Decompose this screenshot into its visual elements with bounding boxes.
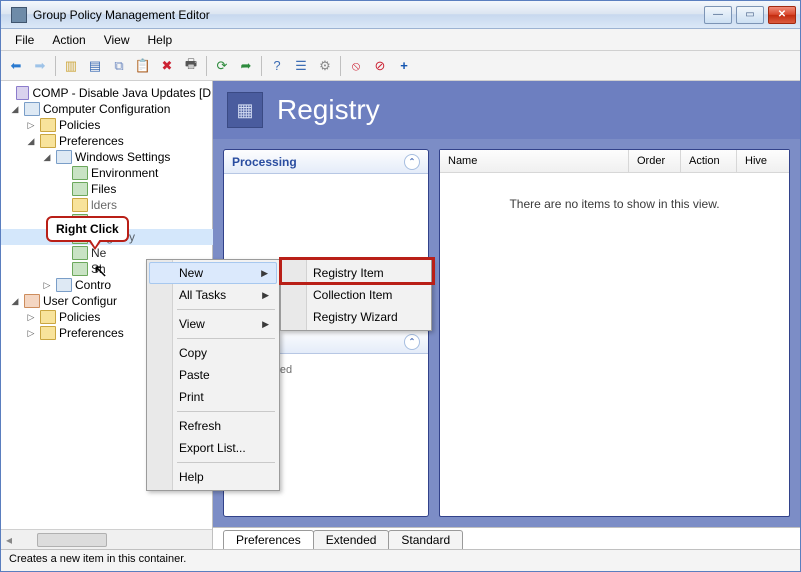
export-button[interactable]: ➦	[235, 55, 257, 77]
tree-environment[interactable]: Environment	[1, 165, 213, 181]
minimize-button[interactable]: —	[704, 6, 732, 24]
items-table: Name Order Action Hive There are no item…	[439, 149, 790, 517]
tree-folders[interactable]: lders	[1, 197, 213, 213]
disable-button[interactable]: ⊘	[369, 55, 391, 77]
ctx-export[interactable]: Export List...	[149, 437, 277, 459]
back-button[interactable]: ⬅	[5, 55, 27, 77]
callout-right-click: Right Click	[46, 216, 129, 242]
copy-button[interactable]: ⧉	[108, 55, 130, 77]
context-menu[interactable]: New▶ All Tasks▶ View▶ Copy Paste Print R…	[146, 259, 280, 491]
registry-icon: ▦	[227, 92, 263, 128]
main-title: Registry	[277, 94, 380, 126]
menu-file[interactable]: File	[7, 31, 42, 49]
tree-root[interactable]: COMP - Disable Java Updates [D	[1, 85, 213, 101]
ctx-collection-item[interactable]: Collection Item	[283, 284, 429, 306]
processing-title: Processing	[232, 155, 297, 169]
ctx-registry-wizard[interactable]: Registry Wizard	[283, 306, 429, 328]
ctx-help[interactable]: Help	[149, 466, 277, 488]
maximize-button[interactable]: ▭	[736, 6, 764, 24]
ctx-all-tasks[interactable]: All Tasks▶	[149, 284, 277, 306]
close-button[interactable]: ✕	[768, 6, 796, 24]
props-button[interactable]: ☰	[290, 55, 312, 77]
tree-computer-config[interactable]: ◢Computer Configuration	[1, 101, 213, 117]
collapse-icon[interactable]: ⌃	[404, 334, 420, 350]
print-button[interactable]: 🖶	[180, 55, 202, 77]
ctx-print[interactable]: Print	[149, 386, 277, 408]
col-order[interactable]: Order	[629, 150, 681, 172]
delete-button[interactable]: ✖	[156, 55, 178, 77]
filter-button[interactable]: ⚙	[314, 55, 336, 77]
status-bar: Creates a new item in this container.	[1, 549, 800, 571]
app-icon	[11, 7, 27, 23]
menu-help[interactable]: Help	[140, 31, 181, 49]
tree-scrollbar[interactable]: ◂	[1, 529, 212, 549]
tree-files[interactable]: Files	[1, 181, 213, 197]
tab-standard[interactable]: Standard	[388, 530, 463, 549]
ctx-new[interactable]: New▶	[149, 262, 277, 284]
forward-button[interactable]: ➡	[29, 55, 51, 77]
col-name[interactable]: Name	[440, 150, 629, 172]
menubar: File Action View Help	[1, 29, 800, 51]
tab-strip: Preferences Extended Standard	[213, 527, 800, 549]
collapse-icon[interactable]: ⌃	[404, 154, 420, 170]
menu-action[interactable]: Action	[44, 31, 93, 49]
app-window: Group Policy Management Editor — ▭ ✕ Fil…	[0, 0, 801, 572]
tree-windows-settings[interactable]: ◢Windows Settings	[1, 149, 213, 165]
context-submenu-new[interactable]: Registry Item Collection Item Registry W…	[280, 259, 432, 331]
menu-view[interactable]: View	[96, 31, 138, 49]
window-title: Group Policy Management Editor	[33, 8, 704, 22]
tab-extended[interactable]: Extended	[313, 530, 390, 549]
table-empty: There are no items to show in this view.	[440, 173, 789, 516]
col-action[interactable]: Action	[681, 150, 737, 172]
titlebar[interactable]: Group Policy Management Editor — ▭ ✕	[1, 1, 800, 29]
ctx-view[interactable]: View▶	[149, 313, 277, 335]
ctx-refresh[interactable]: Refresh	[149, 415, 277, 437]
stop-button[interactable]: ⦸	[345, 55, 367, 77]
list-button[interactable]: ▤	[84, 55, 106, 77]
tree-policies[interactable]: ▷Policies	[1, 117, 213, 133]
toolbar: ⬅ ➡ ▥ ▤ ⧉ 📋 ✖ 🖶 ⟳ ➦ ? ☰ ⚙ ⦸ ⊘ +	[1, 51, 800, 81]
add-button[interactable]: +	[393, 55, 415, 77]
tree-preferences[interactable]: ◢Preferences	[1, 133, 213, 149]
refresh-button[interactable]: ⟳	[211, 55, 233, 77]
ctx-paste[interactable]: Paste	[149, 364, 277, 386]
main-header: ▦ Registry	[213, 81, 800, 139]
col-hive[interactable]: Hive	[737, 150, 789, 172]
ctx-copy[interactable]: Copy	[149, 342, 277, 364]
ctx-registry-item[interactable]: Registry Item	[283, 262, 429, 284]
new-button[interactable]: ▥	[60, 55, 82, 77]
tab-preferences[interactable]: Preferences	[223, 530, 314, 549]
paste-button[interactable]: 📋	[132, 55, 154, 77]
help-button[interactable]: ?	[266, 55, 288, 77]
